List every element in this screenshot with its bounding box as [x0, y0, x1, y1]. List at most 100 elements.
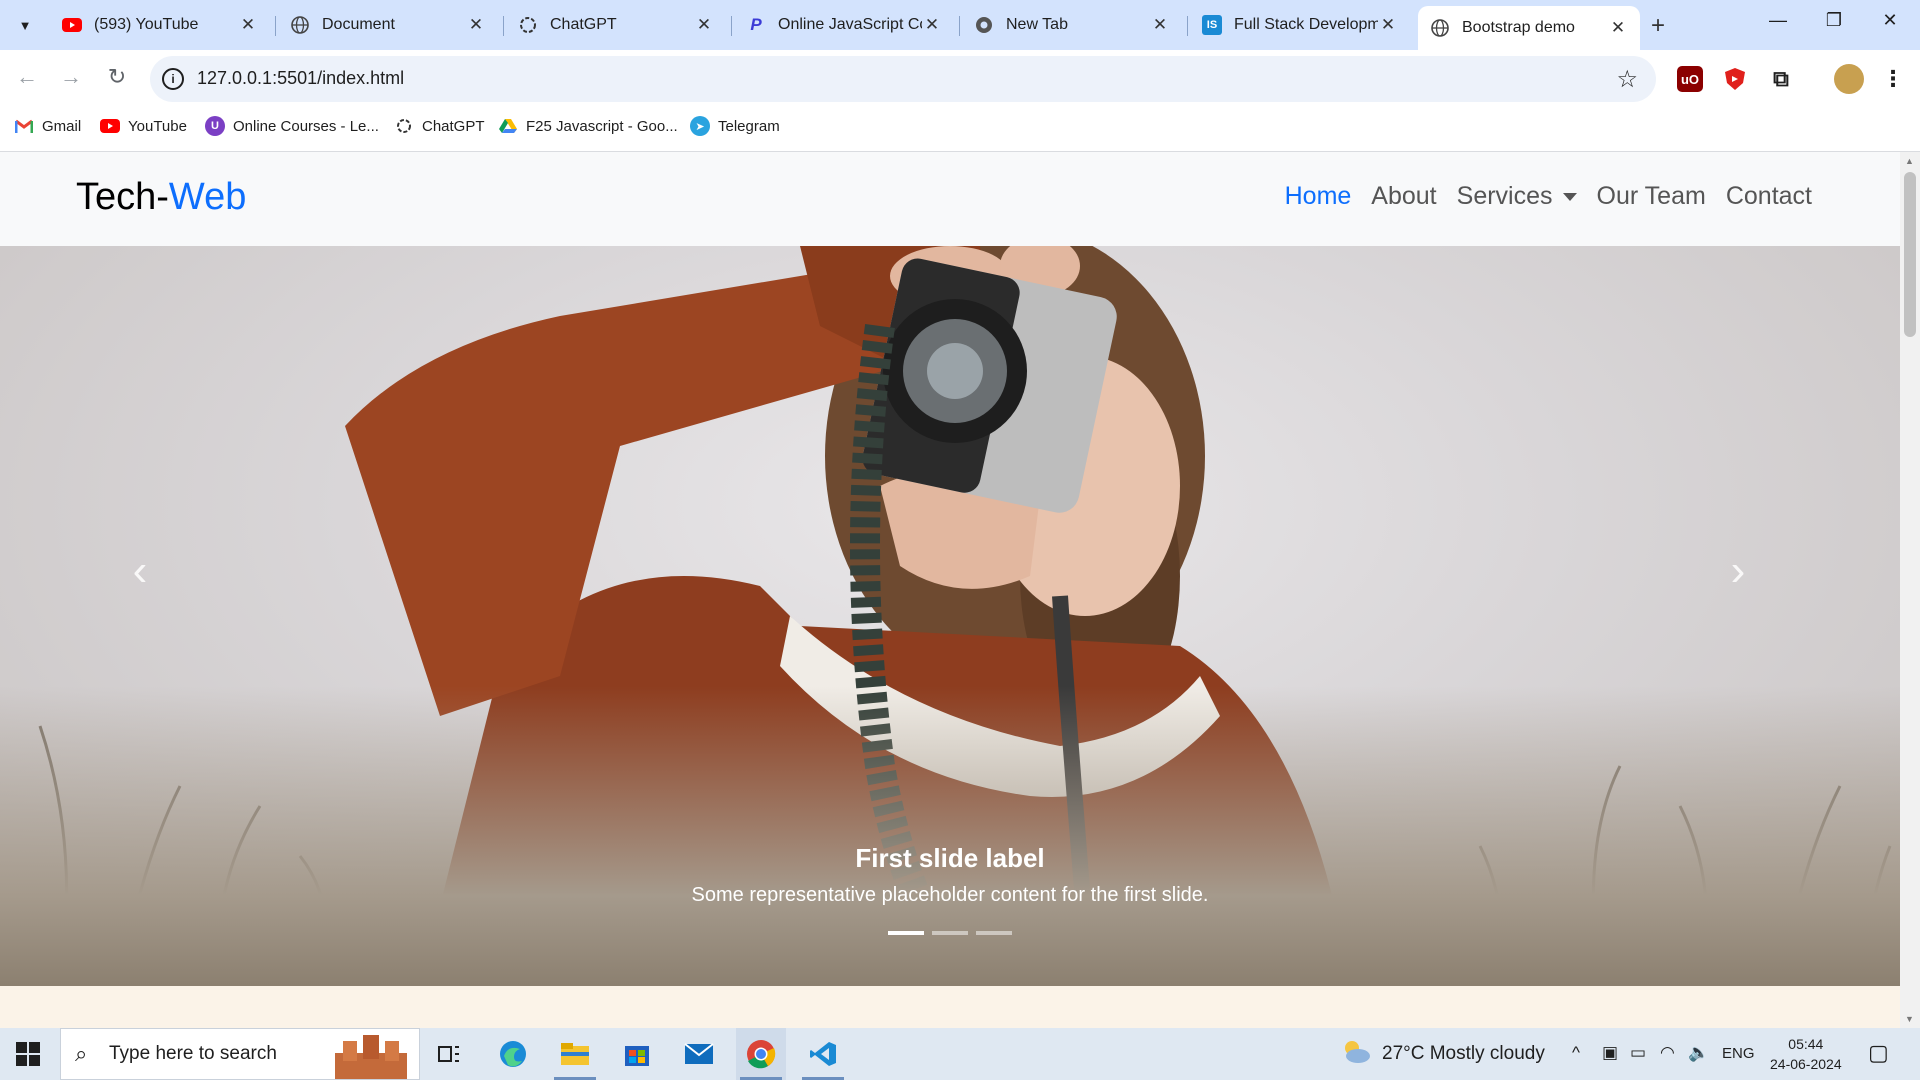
mail-icon[interactable] — [674, 1028, 724, 1080]
close-icon[interactable]: ✕ — [922, 15, 942, 35]
chevron-up-icon[interactable]: ^ — [1572, 1043, 1580, 1063]
weather-icon[interactable] — [1340, 1038, 1372, 1071]
windows-taskbar: ⌕ Type here to search 27°C Mostly cloudy… — [0, 1028, 1920, 1080]
clock-date: 24-06-2024 — [1770, 1056, 1842, 1072]
tab-document[interactable]: Document ✕ — [278, 8, 498, 42]
scroll-down-icon[interactable]: ▼ — [1905, 1014, 1914, 1024]
new-tab-button[interactable]: + — [1651, 12, 1665, 40]
nav-links: Home About Services Our Team Contact — [1265, 182, 1812, 211]
brand-part-2: Web — [168, 176, 247, 218]
bookmark-online-courses[interactable]: U Online Courses - Le... — [205, 116, 379, 136]
extensions-icon[interactable]: ⧉ — [1768, 66, 1794, 92]
close-icon[interactable]: ✕ — [466, 15, 486, 35]
hero-carousel: ‹ › First slide label Some representativ… — [0, 246, 1900, 986]
address-bar[interactable]: i 127.0.0.1:5501/index.html ☆ — [150, 56, 1656, 102]
close-icon[interactable]: ✕ — [694, 15, 714, 35]
forward-icon[interactable]: → — [56, 64, 86, 90]
edge-icon[interactable] — [488, 1028, 538, 1080]
reload-icon[interactable]: ↻ — [102, 64, 132, 90]
avatar[interactable] — [1834, 64, 1864, 94]
nav-services-dropdown[interactable]: Services — [1457, 182, 1577, 211]
tab-bootstrap-demo[interactable]: Bootstrap demo ✕ — [1418, 6, 1640, 50]
meet-icon[interactable]: ▣ — [1602, 1043, 1618, 1063]
close-window-icon[interactable]: ✕ — [1870, 10, 1910, 31]
file-explorer-icon[interactable] — [550, 1028, 600, 1080]
vscode-icon[interactable] — [798, 1028, 848, 1080]
volume-icon[interactable]: 🔈 — [1688, 1043, 1709, 1063]
search-highlight-image — [335, 1035, 407, 1079]
tab-full-stack[interactable]: IS Full Stack Developme ✕ — [1190, 8, 1410, 42]
chatgpt-icon — [518, 15, 538, 35]
carousel-next-icon[interactable]: › — [1708, 546, 1768, 596]
back-icon[interactable]: ← — [12, 64, 42, 90]
nav-services-label: Services — [1456, 182, 1553, 210]
course-icon: U — [205, 116, 225, 136]
tab-new-tab[interactable]: New Tab ✕ — [962, 8, 1182, 42]
nav-about[interactable]: About — [1371, 182, 1436, 211]
url-text[interactable]: 127.0.0.1:5501/index.html — [197, 68, 404, 89]
tab-strip: ▼ (593) YouTube ✕ Document ✕ ChatGPT ✕ P… — [0, 0, 1920, 50]
more-menu-icon[interactable]: ⋮ — [1880, 66, 1906, 92]
tab-title: ChatGPT — [550, 16, 617, 33]
carousel-indicator-2[interactable] — [932, 931, 968, 935]
weather-text[interactable]: 27°C Mostly cloudy — [1382, 1043, 1545, 1065]
page-scrollbar[interactable]: ▲ ▼ — [1900, 152, 1920, 1028]
bookmarks-bar: Gmail YouTube U Online Courses - Le... C… — [0, 108, 1920, 152]
tab-title: Full Stack Developme — [1234, 16, 1378, 33]
task-view-icon[interactable] — [424, 1028, 474, 1080]
restore-icon[interactable]: ❐ — [1814, 10, 1854, 31]
bookmark-youtube[interactable]: YouTube — [100, 116, 187, 136]
carousel-prev-icon[interactable]: ‹ — [110, 546, 170, 596]
minimize-icon[interactable]: — — [1758, 10, 1798, 31]
tab-youtube[interactable]: (593) YouTube ✕ — [50, 8, 270, 42]
is-icon: IS — [1202, 15, 1222, 35]
clock[interactable]: 05:44 24-06-2024 — [1770, 1034, 1842, 1074]
drive-icon — [498, 116, 518, 136]
close-icon[interactable]: ✕ — [1150, 15, 1170, 35]
nav-our-team[interactable]: Our Team — [1597, 182, 1706, 211]
tab-online-js[interactable]: P Online JavaScript Co ✕ — [734, 8, 954, 42]
nav-contact[interactable]: Contact — [1726, 182, 1812, 211]
star-icon[interactable]: ☆ — [1616, 65, 1638, 94]
carousel-indicator-1[interactable] — [888, 931, 924, 935]
chevron-down-icon: ▼ — [18, 17, 32, 33]
chrome-taskbar-icon[interactable] — [736, 1028, 786, 1080]
close-icon[interactable]: ✕ — [1608, 18, 1628, 38]
chrome-icon — [974, 15, 994, 35]
bookmark-telegram[interactable]: ➤ Telegram — [690, 116, 780, 136]
site-navbar: Tech-Web Home About Services Our Team Co… — [0, 152, 1900, 246]
chatgpt-icon — [394, 116, 414, 136]
site-info-icon[interactable]: i — [162, 68, 184, 90]
tab-search-button[interactable]: ▼ — [10, 10, 40, 40]
store-icon[interactable] — [612, 1028, 662, 1080]
close-icon[interactable]: ✕ — [1378, 15, 1398, 35]
caret-down-icon — [1562, 192, 1577, 201]
ublock-icon[interactable]: uO — [1677, 66, 1703, 92]
bookmark-label: Gmail — [42, 117, 82, 135]
scrollbar-thumb[interactable] — [1904, 172, 1916, 337]
scroll-up-icon[interactable]: ▲ — [1905, 156, 1914, 166]
taskbar-search[interactable]: ⌕ Type here to search — [60, 1028, 420, 1080]
carousel-indicators — [0, 931, 1900, 935]
carousel-indicator-3[interactable] — [976, 931, 1012, 935]
tab-title: Online JavaScript Co — [778, 16, 922, 33]
tab-title: New Tab — [1006, 16, 1068, 33]
notifications-icon[interactable]: ▢ — [1868, 1040, 1889, 1066]
close-icon[interactable]: ✕ — [238, 15, 258, 35]
nav-home[interactable]: Home — [1285, 182, 1352, 211]
site-brand[interactable]: Tech-Web — [76, 176, 246, 219]
telegram-icon: ➤ — [690, 116, 710, 136]
search-placeholder: Type here to search — [109, 1043, 277, 1064]
bookmark-chatgpt[interactable]: ChatGPT — [394, 116, 485, 136]
p-icon: P — [750, 15, 762, 34]
bookmark-f25-javascript[interactable]: F25 Javascript - Goo... — [498, 116, 678, 136]
windows-start-icon[interactable] — [16, 1042, 40, 1066]
language-indicator[interactable]: ENG — [1722, 1045, 1755, 1062]
bookmark-gmail[interactable]: Gmail — [14, 116, 81, 136]
wifi-icon[interactable]: ◠ — [1660, 1043, 1675, 1063]
bookmark-label: Telegram — [718, 117, 780, 135]
battery-icon[interactable]: ▭ — [1630, 1043, 1646, 1063]
shield-icon[interactable] — [1722, 66, 1748, 92]
bookmark-label: ChatGPT — [422, 117, 485, 135]
tab-chatgpt[interactable]: ChatGPT ✕ — [506, 8, 726, 42]
